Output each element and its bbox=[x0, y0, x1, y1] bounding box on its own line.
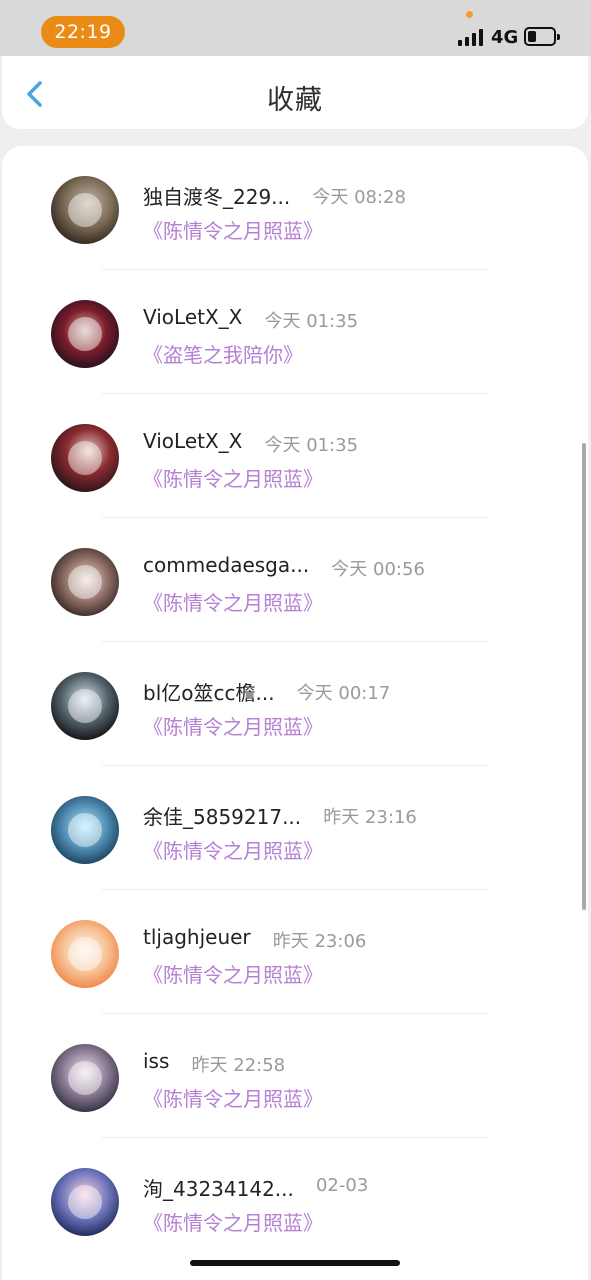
avatar-photo bbox=[68, 193, 102, 227]
timestamp: 今天 01:35 bbox=[264, 435, 359, 456]
status-time: 22:19 bbox=[41, 16, 125, 48]
username[interactable]: 洵_43234142... bbox=[143, 1173, 294, 1201]
avatar-photo bbox=[68, 1061, 102, 1095]
book-title-link[interactable]: 《陈情令之月照蓝》 bbox=[143, 1207, 323, 1236]
avatar-photo bbox=[68, 813, 102, 847]
book-title-link[interactable]: 《陈情令之月照蓝》 bbox=[143, 959, 323, 988]
top-navigation-bar: 收藏 bbox=[2, 56, 588, 129]
avatar-photo bbox=[68, 317, 102, 351]
favorite-item[interactable]: 余佳_5859217... 昨天 23:16 《陈情令之月照蓝》 bbox=[2, 766, 588, 890]
home-indicator[interactable] bbox=[190, 1260, 400, 1266]
item-title-row: tljaghjeuer 昨天 23:06 bbox=[143, 925, 543, 953]
item-title-row: iss 昨天 22:58 bbox=[143, 1049, 543, 1077]
avatar[interactable] bbox=[51, 1168, 119, 1236]
username[interactable]: commedaesga... bbox=[143, 553, 309, 577]
avatar[interactable] bbox=[51, 920, 119, 988]
favorite-item[interactable]: VioLetX_X 今天 01:35 《陈情令之月照蓝》 bbox=[2, 394, 588, 518]
avatar-photo bbox=[68, 441, 102, 475]
avatar-illustration bbox=[68, 937, 102, 971]
page-title: 收藏 bbox=[267, 85, 323, 116]
timestamp: 今天 00:17 bbox=[296, 683, 391, 704]
signal-icon bbox=[458, 29, 484, 46]
item-title-row: 洵_43234142... 02-03 bbox=[143, 1173, 543, 1201]
favorite-item[interactable]: tljaghjeuer 昨天 23:06 《陈情令之月照蓝》 bbox=[2, 890, 588, 1014]
timestamp: 今天 00:56 bbox=[331, 559, 425, 580]
battery-icon bbox=[524, 27, 560, 46]
username[interactable]: VioLetX_X bbox=[143, 429, 242, 453]
book-title-link[interactable]: 《陈情令之月照蓝》 bbox=[143, 835, 323, 864]
avatar[interactable] bbox=[51, 672, 119, 740]
favorite-item[interactable]: 洵_43234142... 02-03 《陈情令之月照蓝》 bbox=[2, 1138, 588, 1262]
scrollbar[interactable] bbox=[582, 443, 586, 910]
book-title-link[interactable]: 《陈情令之月照蓝》 bbox=[143, 1083, 323, 1112]
avatar[interactable] bbox=[51, 796, 119, 864]
favorite-item[interactable]: commedaesga... 今天 00:56 《陈情令之月照蓝》 bbox=[2, 518, 588, 642]
username[interactable]: VioLetX_X bbox=[143, 305, 242, 329]
battery-level bbox=[528, 31, 536, 42]
avatar[interactable] bbox=[51, 176, 119, 244]
status-bar: 22:19 4G bbox=[0, 0, 591, 56]
username[interactable]: tljaghjeuer bbox=[143, 925, 251, 949]
avatar-illustration bbox=[68, 1185, 102, 1219]
avatar[interactable] bbox=[51, 548, 119, 616]
item-title-row: VioLetX_X 今天 01:35 bbox=[143, 305, 543, 333]
book-title-link[interactable]: 《陈情令之月照蓝》 bbox=[143, 587, 323, 616]
username[interactable]: 余佳_5859217... bbox=[143, 801, 301, 829]
item-title-row: VioLetX_X 今天 01:35 bbox=[143, 429, 543, 457]
favorites-screen: 22:19 4G 收藏 独自渡冬_229... 今天 08:28 《陈情令之月照… bbox=[0, 0, 591, 1280]
item-title-row: bl亿o筮cc檐... 今天 00:17 bbox=[143, 677, 543, 705]
avatar-photo bbox=[68, 689, 102, 723]
timestamp: 昨天 23:06 bbox=[272, 931, 367, 952]
favorites-list: 独自渡冬_229... 今天 08:28 《陈情令之月照蓝》 VioLetX_X… bbox=[2, 146, 588, 1280]
item-title-row: 独自渡冬_229... 今天 08:28 bbox=[143, 181, 543, 209]
avatar-photo bbox=[68, 565, 102, 599]
book-title-link[interactable]: 《陈情令之月照蓝》 bbox=[143, 215, 323, 244]
favorite-item[interactable]: iss 昨天 22:58 《陈情令之月照蓝》 bbox=[2, 1014, 588, 1138]
book-title-link[interactable]: 《陈情令之月照蓝》 bbox=[143, 711, 323, 740]
username[interactable]: bl亿o筮cc檐... bbox=[143, 677, 275, 705]
avatar[interactable] bbox=[51, 300, 119, 368]
item-title-row: 余佳_5859217... 昨天 23:16 bbox=[143, 801, 543, 829]
book-title-link[interactable]: 《盗笔之我陪你》 bbox=[143, 339, 303, 368]
item-title-row: commedaesga... 今天 00:56 bbox=[143, 553, 543, 581]
timestamp: 昨天 22:58 bbox=[191, 1055, 286, 1076]
timestamp: 02-03 bbox=[315, 1175, 369, 1196]
book-title-link[interactable]: 《陈情令之月照蓝》 bbox=[143, 463, 323, 492]
favorite-item[interactable]: VioLetX_X 今天 01:35 《盗笔之我陪你》 bbox=[2, 270, 588, 394]
network-label: 4G bbox=[491, 27, 519, 48]
timestamp: 昨天 23:16 bbox=[323, 807, 417, 828]
privacy-indicator-icon bbox=[466, 11, 473, 18]
favorite-item[interactable]: bl亿o筮cc檐... 今天 00:17 《陈情令之月照蓝》 bbox=[2, 642, 588, 766]
timestamp: 今天 08:28 bbox=[312, 187, 406, 208]
avatar[interactable] bbox=[51, 1044, 119, 1112]
avatar[interactable] bbox=[51, 424, 119, 492]
timestamp: 今天 01:35 bbox=[264, 311, 359, 332]
username[interactable]: iss bbox=[143, 1049, 169, 1073]
username[interactable]: 独自渡冬_229... bbox=[143, 181, 290, 209]
favorite-item[interactable]: 独自渡冬_229... 今天 08:28 《陈情令之月照蓝》 bbox=[2, 146, 588, 270]
